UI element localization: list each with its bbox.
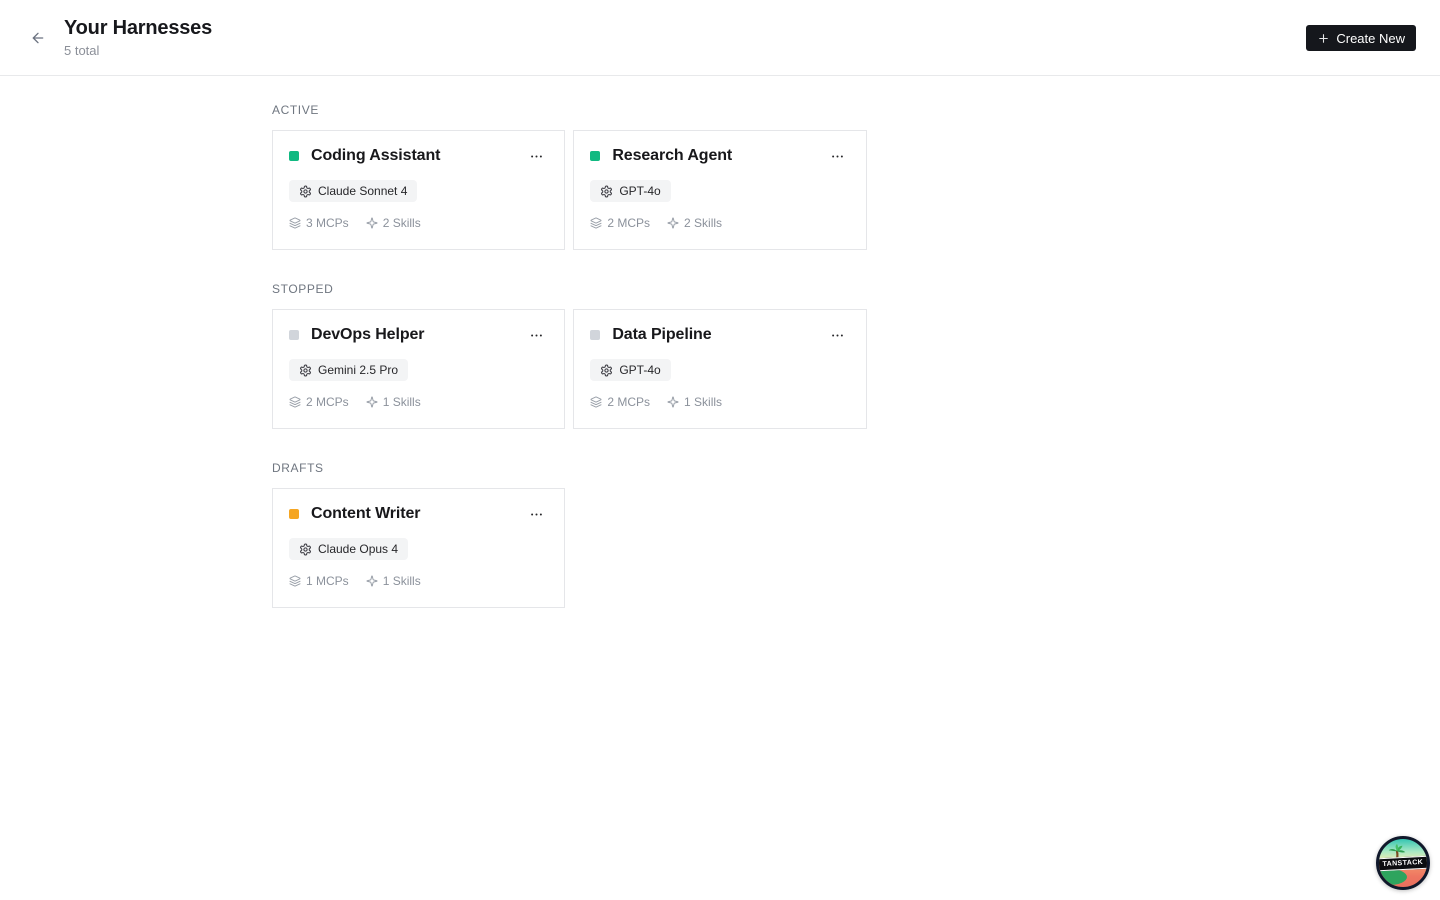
section-stopped: STOPPED DevOps Helper bbox=[272, 282, 1168, 429]
mcp-count: 2 MCPs bbox=[590, 216, 650, 230]
gear-icon bbox=[299, 543, 312, 556]
arrow-left-icon bbox=[30, 30, 46, 46]
mcp-count: 2 MCPs bbox=[590, 395, 650, 409]
mcp-count: 1 MCPs bbox=[289, 574, 349, 588]
tanstack-label: TANSTACK bbox=[1376, 856, 1430, 872]
cards-grid: Content Writer Claude Opus 4 bbox=[272, 488, 1168, 608]
ellipsis-icon bbox=[529, 328, 544, 343]
model-badge: Claude Sonnet 4 bbox=[289, 180, 417, 202]
status-indicator bbox=[590, 151, 600, 161]
gear-icon bbox=[299, 185, 312, 198]
card-menu-button[interactable] bbox=[826, 325, 850, 345]
ellipsis-icon bbox=[529, 149, 544, 164]
layers-icon bbox=[590, 217, 602, 229]
skills-count: 2 Skills bbox=[667, 216, 722, 230]
tanstack-devtools-button[interactable]: TANSTACK bbox=[1376, 836, 1430, 890]
mcp-count: 3 MCPs bbox=[289, 216, 349, 230]
status-indicator bbox=[289, 330, 299, 340]
layers-icon bbox=[289, 396, 301, 408]
status-indicator bbox=[289, 151, 299, 161]
harness-card-research-agent[interactable]: Research Agent GPT-4o bbox=[573, 130, 866, 250]
create-new-button[interactable]: Create New bbox=[1306, 25, 1416, 51]
sparkle-icon bbox=[667, 217, 679, 229]
create-new-label: Create New bbox=[1336, 31, 1405, 46]
model-name: Claude Opus 4 bbox=[318, 542, 398, 556]
model-name: GPT-4o bbox=[619, 184, 660, 198]
harness-card-devops-helper[interactable]: DevOps Helper Gemini 2.5 Pro bbox=[272, 309, 565, 429]
model-name: Claude Sonnet 4 bbox=[318, 184, 407, 198]
header-titles: Your Harnesses 5 total bbox=[64, 17, 212, 58]
layers-icon bbox=[590, 396, 602, 408]
cards-grid: Coding Assistant Claude Sonnet 4 bbox=[272, 130, 1168, 250]
card-menu-button[interactable] bbox=[826, 146, 850, 166]
sparkle-icon bbox=[366, 575, 378, 587]
card-menu-button[interactable] bbox=[524, 325, 548, 345]
skills-count: 1 Skills bbox=[667, 395, 722, 409]
harness-list: ACTIVE Coding Assistant bbox=[272, 76, 1168, 608]
harness-card-data-pipeline[interactable]: Data Pipeline GPT-4o bbox=[573, 309, 866, 429]
page-header: Your Harnesses 5 total Create New bbox=[0, 0, 1440, 76]
back-button[interactable] bbox=[24, 24, 52, 52]
section-active: ACTIVE Coding Assistant bbox=[272, 103, 1168, 250]
skills-count: 1 Skills bbox=[366, 395, 421, 409]
gear-icon bbox=[600, 364, 613, 377]
model-badge: Claude Opus 4 bbox=[289, 538, 408, 560]
card-menu-button[interactable] bbox=[524, 504, 548, 524]
section-label: STOPPED bbox=[272, 282, 1168, 296]
gear-icon bbox=[600, 185, 613, 198]
page-title: Your Harnesses bbox=[64, 17, 212, 40]
gear-icon bbox=[299, 364, 312, 377]
layers-icon bbox=[289, 575, 301, 587]
harness-name: Data Pipeline bbox=[612, 326, 711, 344]
mcp-count: 2 MCPs bbox=[289, 395, 349, 409]
section-drafts: DRAFTS Content Writer bbox=[272, 461, 1168, 608]
status-indicator bbox=[289, 509, 299, 519]
app-root: Your Harnesses 5 total Create New ACTIVE… bbox=[0, 0, 1440, 608]
ellipsis-icon bbox=[529, 507, 544, 522]
island-graphic bbox=[1376, 869, 1407, 885]
harness-name: Research Agent bbox=[612, 147, 732, 165]
model-name: GPT-4o bbox=[619, 363, 660, 377]
sparkle-icon bbox=[667, 396, 679, 408]
section-label: ACTIVE bbox=[272, 103, 1168, 117]
model-badge: GPT-4o bbox=[590, 180, 670, 202]
skills-count: 2 Skills bbox=[366, 216, 421, 230]
sparkle-icon bbox=[366, 396, 378, 408]
harness-card-content-writer[interactable]: Content Writer Claude Opus 4 bbox=[272, 488, 565, 608]
ellipsis-icon bbox=[830, 149, 845, 164]
harness-card-coding-assistant[interactable]: Coding Assistant Claude Sonnet 4 bbox=[272, 130, 565, 250]
ellipsis-icon bbox=[830, 328, 845, 343]
model-badge: GPT-4o bbox=[590, 359, 670, 381]
skills-count: 1 Skills bbox=[366, 574, 421, 588]
sparkle-icon bbox=[366, 217, 378, 229]
section-label: DRAFTS bbox=[272, 461, 1168, 475]
model-badge: Gemini 2.5 Pro bbox=[289, 359, 408, 381]
status-indicator bbox=[590, 330, 600, 340]
cards-grid: DevOps Helper Gemini 2.5 Pro bbox=[272, 309, 1168, 429]
total-count: 5 total bbox=[64, 43, 212, 58]
harness-name: Coding Assistant bbox=[311, 147, 440, 165]
harness-name: DevOps Helper bbox=[311, 326, 424, 344]
model-name: Gemini 2.5 Pro bbox=[318, 363, 398, 377]
harness-name: Content Writer bbox=[311, 505, 420, 523]
card-menu-button[interactable] bbox=[524, 146, 548, 166]
plus-icon bbox=[1317, 32, 1330, 45]
layers-icon bbox=[289, 217, 301, 229]
